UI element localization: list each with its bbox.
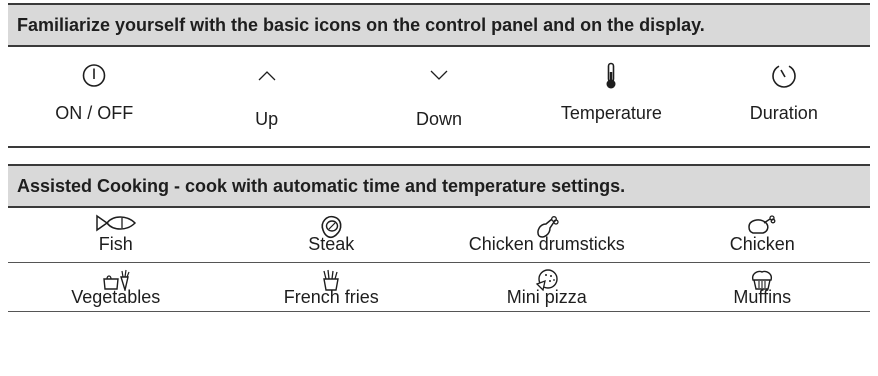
- thermometer-icon: [606, 62, 616, 89]
- control-panel-icons-table: Familiarize yourself with the basic icon…: [8, 3, 870, 148]
- cooking-cell-french-fries: French fries: [224, 263, 440, 311]
- fish-icon: [96, 214, 136, 232]
- icon-cell-up: Up: [180, 47, 352, 146]
- vegetables-label: Vegetables: [71, 287, 161, 307]
- mini-pizza-label: Mini pizza: [506, 287, 587, 307]
- icon-cell-temperature: Temperature: [525, 47, 697, 146]
- chevron-up-icon: [258, 71, 276, 81]
- bottom-rule: [8, 311, 870, 312]
- chicken-label: Chicken: [729, 234, 795, 254]
- cooking-cell-chicken-drumsticks: Chicken drumsticks: [439, 208, 655, 262]
- on-off-label: ON / OFF: [55, 103, 134, 123]
- roast-chicken-icon: [748, 215, 776, 234]
- assisted-cooking-header: Assisted Cooking - cook with automatic t…: [8, 166, 870, 208]
- control-panel-icon-row: ON / OFF Up Down Temperature Duration: [8, 47, 870, 146]
- assisted-cooking-table: Assisted Cooking - cook with automatic t…: [8, 164, 870, 373]
- control-panel-header: Familiarize yourself with the basic icon…: [8, 5, 870, 47]
- cooking-row-1: Fish Steak Chicken drumsticks Chicken: [8, 208, 870, 262]
- cooking-cell-chicken: Chicken: [655, 208, 871, 262]
- cooking-cell-fish: Fish: [8, 208, 224, 262]
- chicken-drumsticks-label: Chicken drumsticks: [468, 234, 625, 254]
- power-icon: [82, 64, 106, 87]
- icon-cell-down: Down: [353, 47, 525, 146]
- cooking-cell-vegetables: Vegetables: [8, 263, 224, 311]
- duration-label: Duration: [749, 103, 818, 123]
- timer-icon: [772, 65, 796, 88]
- down-label: Down: [416, 109, 463, 129]
- up-label: Up: [255, 109, 279, 129]
- cooking-cell-muffins: Muffins: [655, 263, 871, 311]
- icon-cell-on-off: ON / OFF: [8, 47, 180, 146]
- french-fries-label: French fries: [283, 287, 379, 307]
- bottom-rule: [8, 146, 870, 148]
- cooking-cell-mini-pizza: Mini pizza: [439, 263, 655, 311]
- chevron-down-icon: [430, 70, 448, 80]
- cooking-cell-steak: Steak: [224, 208, 440, 262]
- cooking-row-2: Vegetables French fries Mini pizza Muffi…: [8, 262, 870, 311]
- fish-label: Fish: [98, 234, 133, 254]
- temperature-label: Temperature: [560, 103, 662, 123]
- muffins-label: Muffins: [733, 287, 792, 307]
- icon-cell-duration: Duration: [698, 47, 870, 146]
- steak-label: Steak: [308, 234, 355, 254]
